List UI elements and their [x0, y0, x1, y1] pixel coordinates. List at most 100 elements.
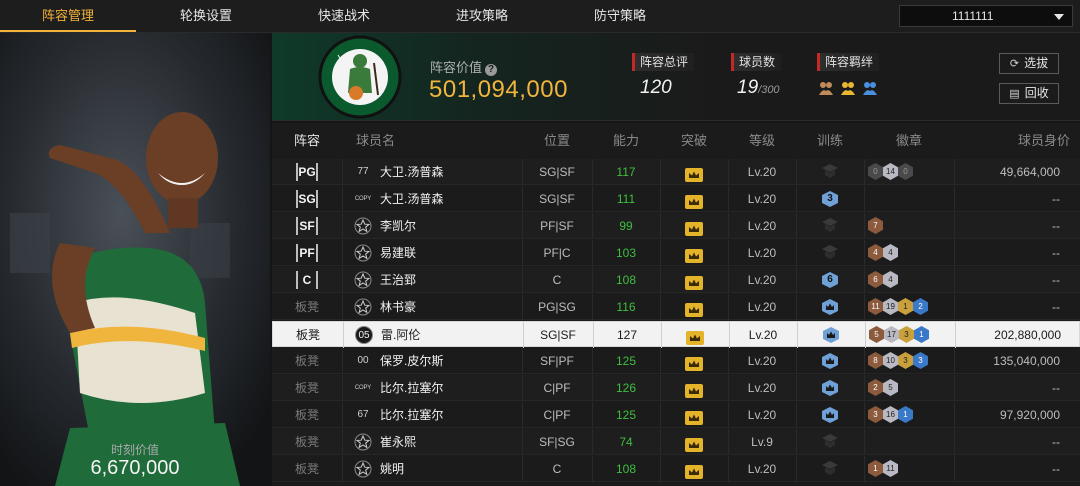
- column-divider: [954, 186, 955, 212]
- column-divider: [592, 213, 593, 239]
- badge-icon[interactable]: 6: [868, 271, 883, 288]
- training-icon: 3: [796, 186, 864, 212]
- player-position: SG|SF: [539, 165, 575, 179]
- table-header: 阵容 球员名 位置 能力 突破 等级 训练 徽章 球员身价: [272, 123, 1080, 158]
- column-divider: [522, 213, 523, 239]
- badge-icon[interactable]: 3: [898, 352, 913, 369]
- badge-icon[interactable]: 10: [883, 352, 898, 369]
- table-row[interactable]: SF 李凯尔 PF|SF 99 Lv.20 7 --: [272, 213, 1080, 239]
- player-position: PG|SG: [538, 300, 576, 314]
- recycle-button[interactable]: ▤ 回收: [999, 83, 1059, 104]
- badge-icon[interactable]: 5: [869, 326, 884, 343]
- player-ability: 125: [615, 408, 637, 422]
- badge-icon[interactable]: 7: [868, 217, 883, 234]
- tab-quick-tactics[interactable]: 快速战术: [276, 0, 412, 32]
- player-value: --: [1052, 219, 1060, 233]
- player-value: --: [1052, 462, 1060, 476]
- column-divider: [864, 456, 865, 482]
- player-name: 姚明: [380, 462, 405, 476]
- column-divider: [343, 322, 344, 348]
- badge-icon[interactable]: 1: [898, 298, 913, 315]
- badge-icon[interactable]: 17: [884, 326, 899, 343]
- badge-icon[interactable]: 4: [883, 271, 898, 288]
- tab-offense-strategy[interactable]: 进攻策略: [412, 0, 552, 32]
- column-divider: [522, 429, 523, 455]
- player-ability: 127: [616, 328, 638, 342]
- column-divider: [342, 348, 343, 374]
- column-divider: [660, 267, 661, 293]
- help-icon[interactable]: ?: [485, 64, 498, 76]
- account-dropdown[interactable]: 1111111: [899, 5, 1073, 27]
- badge-icon[interactable]: 0: [898, 163, 913, 180]
- column-divider: [728, 456, 729, 482]
- player-value: --: [1052, 435, 1060, 449]
- lineup-slot: 板凳: [272, 375, 342, 401]
- table-row[interactable]: 板凳 林书豪 PG|SG 116 Lv.20 11 19 1 2 --: [272, 294, 1080, 320]
- draft-button[interactable]: ⟳ 选拔: [999, 53, 1059, 74]
- player-ability: 108: [615, 462, 637, 476]
- table-row[interactable]: PG 77 大卫.汤普森 SG|SF 117 Lv.20 0 14 0 49,664,000: [272, 159, 1080, 185]
- lineup-slot: 板凳: [272, 456, 342, 482]
- table-row[interactable]: PF 易建联 PF|C 103 Lv.20 4 4 --: [272, 240, 1080, 266]
- column-divider: [522, 159, 523, 185]
- synergy-gold-icon[interactable]: [839, 79, 857, 97]
- training-icon: [797, 322, 865, 348]
- player-value: 49,664,000: [999, 165, 1060, 179]
- badge-icon[interactable]: 16: [883, 406, 898, 423]
- column-divider: [660, 294, 661, 320]
- badge-icon[interactable]: 11: [883, 460, 898, 477]
- badge-icon[interactable]: 4: [883, 244, 898, 261]
- badge-icon[interactable]: 8: [868, 352, 883, 369]
- lineup-slot: 板凳: [273, 322, 343, 348]
- column-divider: [522, 240, 523, 266]
- player-portrait-panel: 时刻价值 6,670,000: [0, 33, 270, 486]
- badge-icon[interactable]: 1: [868, 460, 883, 477]
- table-row[interactable]: 板凳 05 雷.阿伦 SG|SF 127 Lv.20 5 17 3 1 202,880,000: [272, 321, 1080, 348]
- lineup-synergy-label: 阵容羁绊: [817, 53, 880, 71]
- badge-icon[interactable]: 2: [868, 379, 883, 396]
- player-ability: 117: [616, 165, 636, 179]
- column-divider: [592, 186, 593, 212]
- star-icon: [354, 217, 372, 235]
- lineup-synergy-block: 阵容羁绊: [817, 53, 880, 97]
- badge-icon[interactable]: 14: [883, 163, 898, 180]
- tab-defense-strategy[interactable]: 防守策略: [552, 0, 688, 32]
- player-position: PF|SF: [540, 219, 574, 233]
- tab-rotation-settings[interactable]: 轮换设置: [136, 0, 276, 32]
- badge-icon[interactable]: 3: [899, 326, 914, 343]
- tab-lineup-management[interactable]: 阵容管理: [0, 0, 136, 32]
- badge-icon[interactable]: 2: [913, 298, 928, 315]
- table-row[interactable]: 板凳 姚明 C 108 Lv.20 1 11 --: [272, 456, 1080, 482]
- badge-icon[interactable]: 5: [883, 379, 898, 396]
- badge-icon[interactable]: 3: [913, 352, 928, 369]
- player-level: Lv.20: [747, 381, 777, 395]
- synergy-blue-icon[interactable]: [861, 79, 879, 97]
- badge-icon[interactable]: 11: [868, 298, 883, 315]
- table-row[interactable]: 板凳 COPY 比尔.拉塞尔 C|PF 126 Lv.20 2 5 --: [272, 375, 1080, 401]
- breakthrough-crown-icon: [660, 294, 728, 320]
- table-row[interactable]: 板凳 67 比尔.拉塞尔 C|PF 125 Lv.20 3 16 1 97,920,000: [272, 402, 1080, 428]
- synergy-bronze-icon[interactable]: [817, 79, 835, 97]
- table-row[interactable]: SG COPY 大卫.汤普森 SG|SF 111 Lv.20 3 --: [272, 186, 1080, 212]
- player-position: SG|SF: [540, 328, 576, 342]
- badge-icon[interactable]: 3: [868, 406, 883, 423]
- player-portrait-image: [0, 33, 270, 486]
- table-row[interactable]: 板凳 00 保罗.皮尔斯 SF|PF 125 Lv.20 8 10 3 3 135,040,000: [272, 348, 1080, 374]
- badge-icon[interactable]: 0: [868, 163, 883, 180]
- column-divider: [523, 322, 524, 348]
- badge-icon[interactable]: 19: [883, 298, 898, 315]
- badge-icon[interactable]: 1: [914, 326, 929, 343]
- column-divider: [796, 186, 797, 212]
- player-name: 比尔.拉塞尔: [380, 381, 444, 395]
- player-name: 保罗.皮尔斯: [380, 354, 444, 368]
- table-row[interactable]: C 王治郅 C 108 Lv.20 6 6 4 --: [272, 267, 1080, 293]
- badge-icon[interactable]: 4: [868, 244, 883, 261]
- moment-value: 6,670,000: [90, 457, 180, 479]
- badge-icon[interactable]: 1: [898, 406, 913, 423]
- header-level: 等级: [748, 133, 775, 148]
- table-row[interactable]: 板凳 崔永熙 SF|SG 74 Lv.9 --: [272, 429, 1080, 455]
- player-position: C|PF: [543, 408, 571, 422]
- player-ability: 111: [616, 192, 636, 206]
- column-divider: [660, 186, 661, 212]
- player-name: 林书豪: [380, 300, 417, 314]
